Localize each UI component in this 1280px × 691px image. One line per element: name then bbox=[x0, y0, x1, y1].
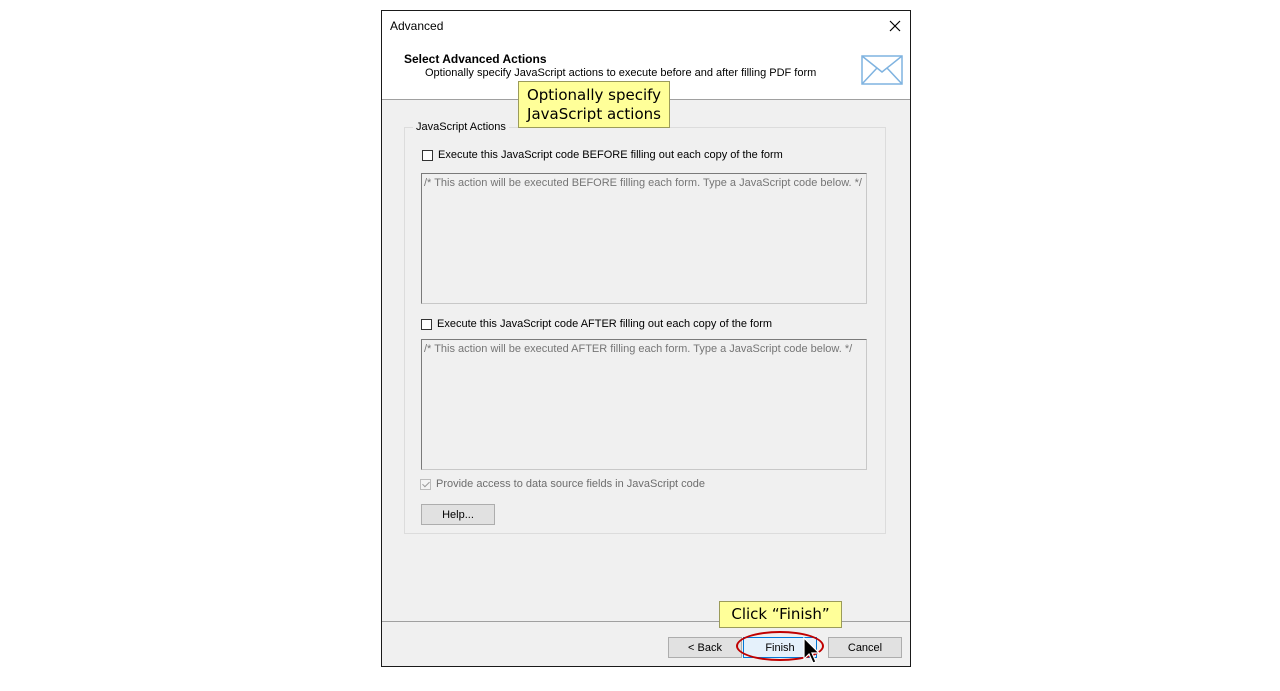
window-title: Advanced bbox=[390, 19, 444, 33]
envelope-icon bbox=[861, 55, 903, 85]
finish-button[interactable]: Finish bbox=[743, 637, 817, 658]
after-checkbox-label: Execute this JavaScript code AFTER filli… bbox=[437, 318, 773, 330]
close-icon bbox=[889, 20, 901, 32]
help-button[interactable]: Help... bbox=[421, 504, 495, 525]
after-code-textarea[interactable] bbox=[421, 339, 867, 470]
page-title: Select Advanced Actions bbox=[404, 52, 547, 66]
back-button[interactable]: < Back bbox=[668, 637, 742, 658]
callout-javascript-actions: Optionally specify JavaScript actions bbox=[518, 81, 670, 128]
callout-top-line2: JavaScript actions bbox=[527, 105, 661, 123]
data-access-label: Provide access to data source fields in … bbox=[436, 478, 706, 490]
javascript-actions-group: JavaScript Actions Execute this JavaScri… bbox=[404, 121, 886, 534]
data-access-checkbox-row: Provide access to data source fields in … bbox=[420, 478, 705, 490]
data-access-checkbox bbox=[420, 478, 431, 490]
group-label: JavaScript Actions bbox=[413, 121, 509, 133]
close-button[interactable] bbox=[880, 11, 910, 41]
callout-bottom-text: Click “Finish” bbox=[731, 605, 830, 623]
before-checkbox[interactable] bbox=[422, 149, 433, 161]
cancel-button[interactable]: Cancel bbox=[828, 637, 902, 658]
callout-click-finish: Click “Finish” bbox=[719, 601, 842, 628]
after-checkbox-row[interactable]: Execute this JavaScript code AFTER filli… bbox=[421, 318, 772, 330]
after-checkbox[interactable] bbox=[421, 318, 432, 330]
callout-top-line1: Optionally specify bbox=[526, 86, 662, 104]
before-code-textarea[interactable] bbox=[421, 173, 867, 304]
page-subtitle: Optionally specify JavaScript actions to… bbox=[425, 67, 817, 79]
before-checkbox-row[interactable]: Execute this JavaScript code BEFORE fill… bbox=[422, 149, 783, 161]
before-checkbox-label: Execute this JavaScript code BEFORE fill… bbox=[438, 149, 783, 161]
title-bar: Advanced bbox=[382, 11, 910, 41]
